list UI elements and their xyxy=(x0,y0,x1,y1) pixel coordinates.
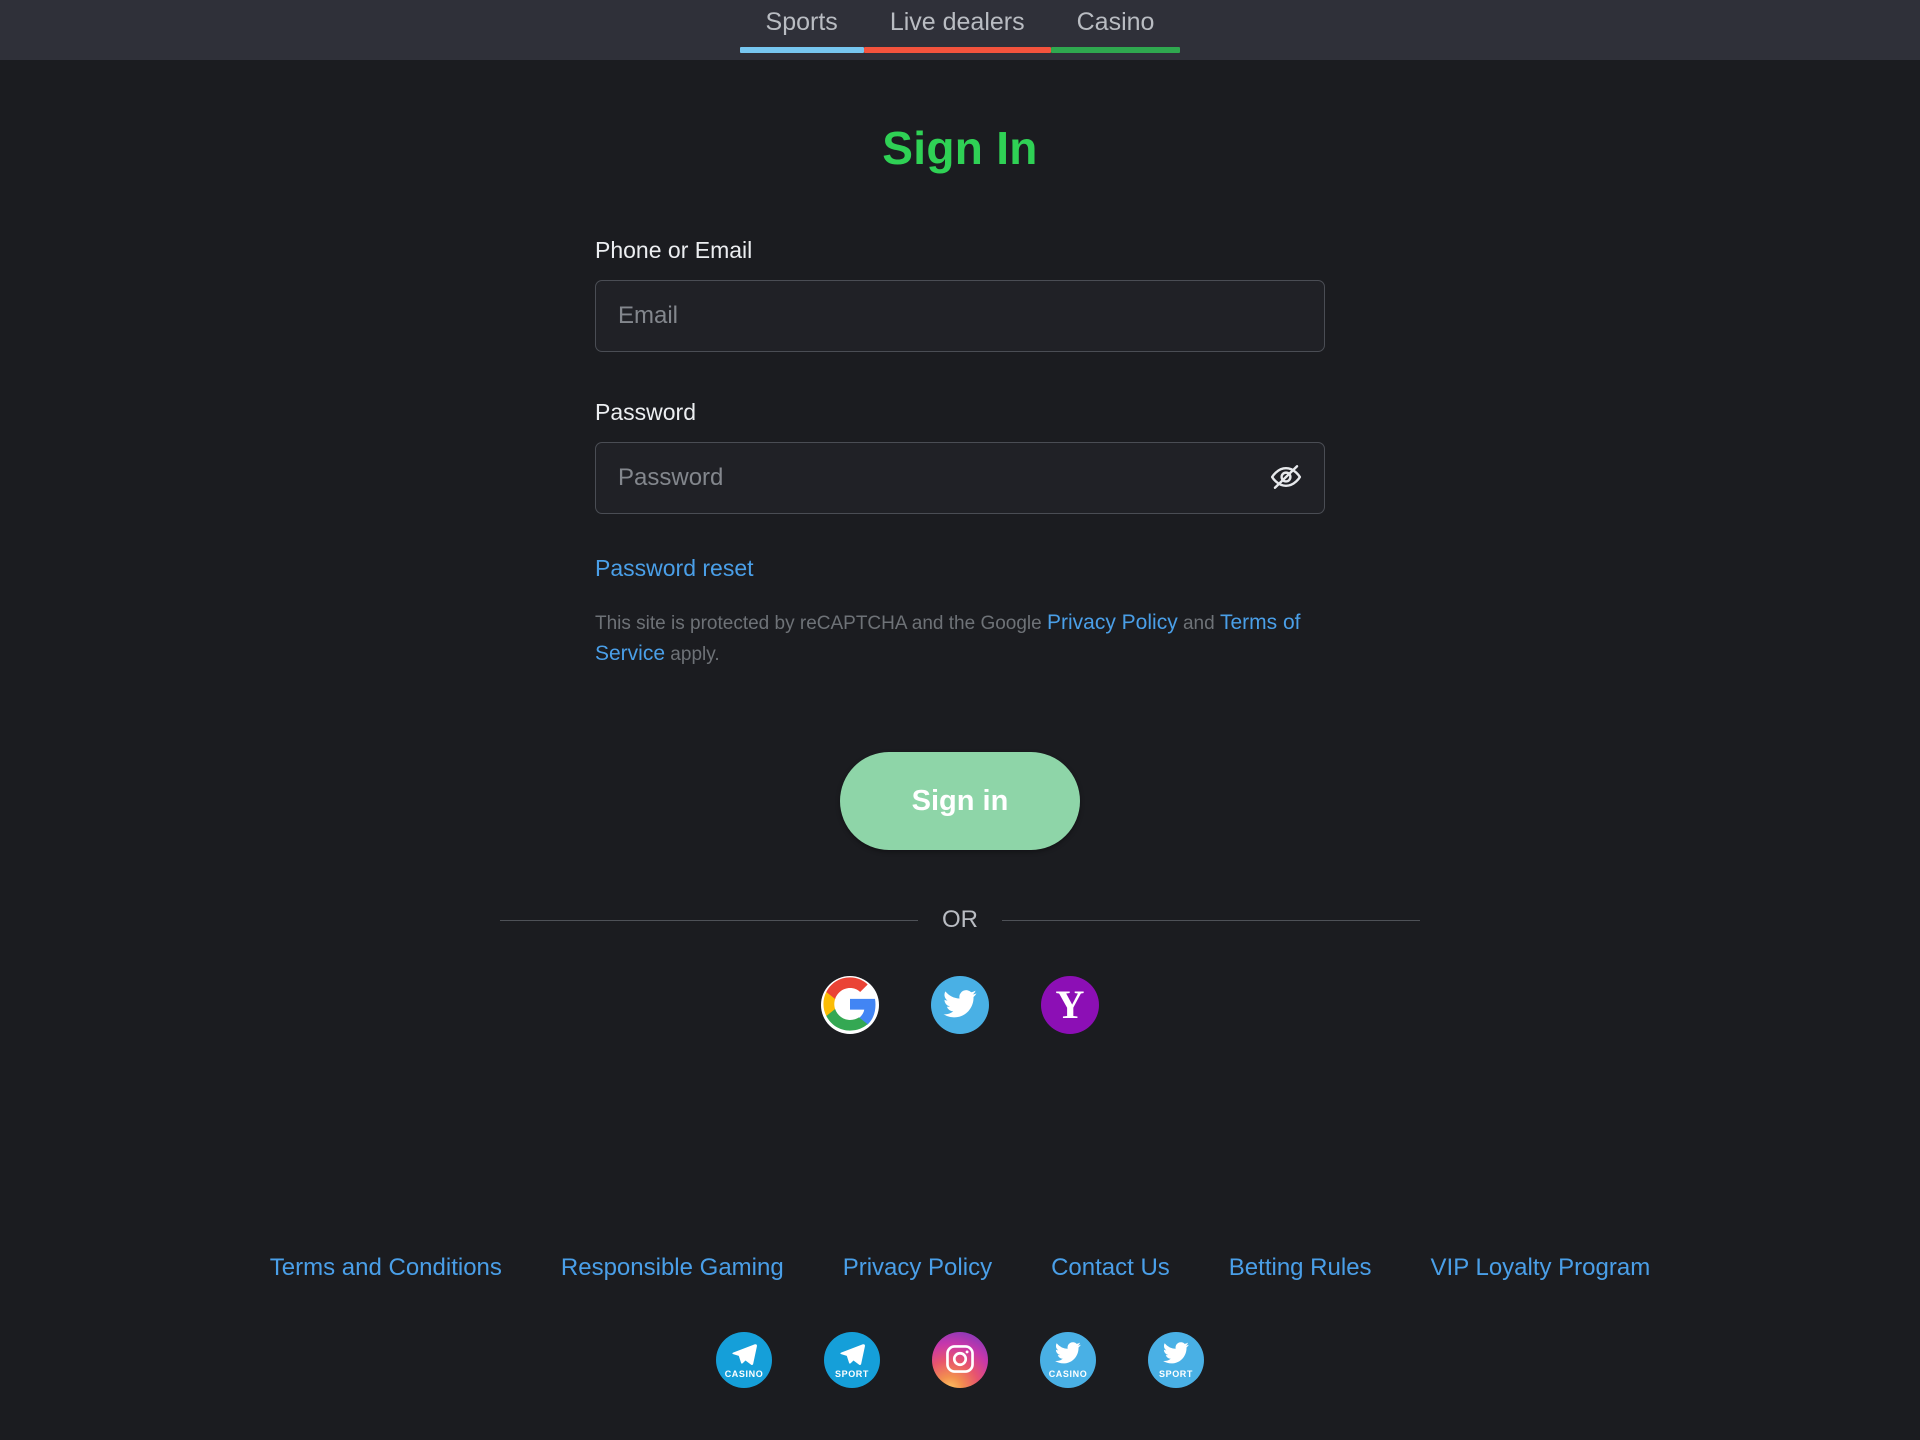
telegram-icon xyxy=(824,1339,880,1367)
signin-page: Sign In Phone or Email Password xyxy=(0,60,1920,1440)
nav-tab-sports-label: Sports xyxy=(765,8,838,36)
recaptcha-notice-middle: and xyxy=(1177,613,1220,634)
or-divider-line-left xyxy=(500,919,918,921)
google-privacy-policy-link[interactable]: Privacy Policy xyxy=(1047,611,1178,634)
social-login-row: Y xyxy=(0,976,1920,1034)
password-input[interactable] xyxy=(595,442,1325,514)
page-footer: Terms and Conditions Responsible Gaming … xyxy=(0,1254,1920,1440)
or-divider-label: OR xyxy=(942,906,978,933)
footer-link-betting-rules[interactable]: Betting Rules xyxy=(1229,1254,1372,1282)
or-divider-line-right xyxy=(1002,919,1420,921)
nav-tab-sports-underline xyxy=(739,47,864,53)
twitter-icon xyxy=(1040,1339,1096,1367)
nav-tab-sports[interactable]: Sports xyxy=(739,0,864,53)
recaptcha-notice: This site is protected by reCAPTCHA and … xyxy=(595,608,1325,670)
submit-row: Sign in xyxy=(0,752,1920,850)
footer-link-terms-and-conditions[interactable]: Terms and Conditions xyxy=(270,1254,502,1282)
footer-social-telegram-sport-button[interactable]: SPORT xyxy=(824,1332,880,1388)
footer-social-telegram-casino-button[interactable]: CASINO xyxy=(716,1332,772,1388)
field-spacer xyxy=(595,352,1325,398)
social-login-google-button[interactable] xyxy=(821,976,879,1034)
email-input[interactable] xyxy=(595,280,1325,352)
footer-link-vip-loyalty-program[interactable]: VIP Loyalty Program xyxy=(1431,1254,1651,1282)
google-icon xyxy=(821,976,879,1034)
signin-form: Phone or Email Password xyxy=(595,236,1325,670)
yahoo-icon: Y xyxy=(1055,982,1085,1027)
email-field-label: Phone or Email xyxy=(595,237,753,263)
nav-tab-casino-underline xyxy=(1050,47,1181,53)
footer-social-twitter-sport-button[interactable]: SPORT xyxy=(1148,1332,1204,1388)
recaptcha-notice-suffix: apply. xyxy=(665,644,720,665)
or-divider: OR xyxy=(500,906,1420,934)
footer-social-instagram-button[interactable] xyxy=(932,1332,988,1388)
eye-off-icon xyxy=(1269,460,1303,497)
footer-social-telegram-sport-caption: SPORT xyxy=(834,1369,869,1379)
telegram-icon xyxy=(716,1339,772,1367)
footer-social-twitter-casino-caption: CASINO xyxy=(1048,1369,1088,1379)
page-title: Sign In xyxy=(882,122,1038,174)
nav-tabs: Sports Live dealers Casino xyxy=(739,0,1181,53)
password-field-label: Password xyxy=(595,399,696,425)
social-login-yahoo-button[interactable]: Y xyxy=(1041,976,1099,1034)
footer-social-telegram-casino-caption: CASINO xyxy=(724,1369,764,1379)
footer-social-twitter-casino-button[interactable]: CASINO xyxy=(1040,1332,1096,1388)
nav-tab-live-dealers-underline xyxy=(863,47,1051,53)
footer-social-twitter-sport-caption: SPORT xyxy=(1158,1369,1193,1379)
nav-tab-casino-label: Casino xyxy=(1076,8,1155,36)
sign-in-button[interactable]: Sign in xyxy=(840,752,1080,850)
instagram-icon xyxy=(944,1343,976,1378)
password-reset-link[interactable]: Password reset xyxy=(595,554,754,582)
footer-link-row: Terms and Conditions Responsible Gaming … xyxy=(0,1254,1920,1282)
top-navigation-bar: Sports Live dealers Casino xyxy=(0,0,1920,60)
footer-social-row: CASINO SPORT CASINO SPORT xyxy=(0,1332,1920,1388)
email-field-group: Phone or Email xyxy=(595,236,1325,352)
nav-tab-casino[interactable]: Casino xyxy=(1050,0,1181,53)
twitter-icon xyxy=(942,986,978,1025)
password-visibility-toggle-button[interactable] xyxy=(1265,457,1307,499)
twitter-icon xyxy=(1148,1339,1204,1367)
social-login-twitter-button[interactable] xyxy=(931,976,989,1034)
recaptcha-notice-prefix: This site is protected by reCAPTCHA and … xyxy=(595,613,1047,634)
nav-tab-live-dealers-label: Live dealers xyxy=(889,8,1025,36)
password-input-wrap xyxy=(595,442,1325,514)
footer-link-responsible-gaming[interactable]: Responsible Gaming xyxy=(561,1254,784,1282)
footer-link-privacy-policy[interactable]: Privacy Policy xyxy=(843,1254,992,1282)
email-input-wrap xyxy=(595,280,1325,352)
password-field-group: Password xyxy=(595,398,1325,514)
nav-tab-live-dealers[interactable]: Live dealers xyxy=(863,0,1051,53)
footer-link-contact-us[interactable]: Contact Us xyxy=(1051,1254,1170,1282)
